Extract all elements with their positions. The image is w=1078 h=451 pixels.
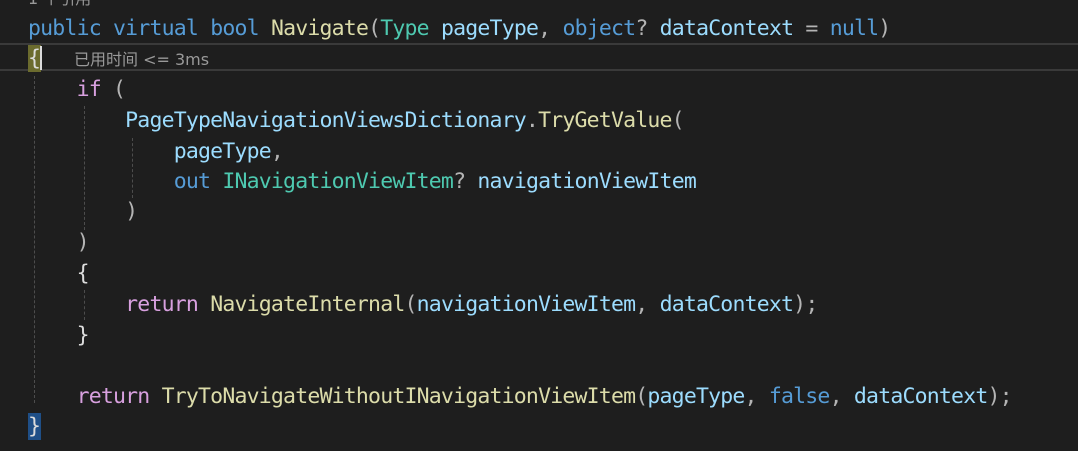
close-brace: }	[28, 414, 41, 439]
punctuation: ,	[538, 16, 551, 41]
codelens-references[interactable]: 1 个引用	[28, 0, 91, 10]
code-editor[interactable]: 1 个引用 public virtual bool Navigate(Type …	[0, 0, 1078, 451]
argument: dataContext	[853, 384, 988, 409]
code-line-9[interactable]: {	[28, 258, 90, 289]
keyword: object	[562, 16, 636, 41]
code-line-3[interactable]: if (	[28, 74, 126, 105]
punctuation: (	[368, 16, 381, 41]
keyword-false: false	[768, 384, 831, 409]
code-line-10[interactable]: return NavigateInternal(navigationViewIt…	[28, 289, 818, 320]
punctuation: ,	[744, 384, 758, 409]
close-brace: }	[76, 323, 90, 348]
method-name: TryToNavigateWithoutINavigationViewItem	[161, 384, 636, 409]
variable: PageTypeNavigationViewsDictionary	[125, 108, 527, 133]
code-line-7[interactable]: )	[28, 196, 138, 227]
keyword: public	[28, 16, 102, 41]
punctuation: )	[125, 199, 138, 224]
type-name: Type	[380, 16, 429, 41]
punctuation: )	[76, 230, 90, 255]
code-line-1[interactable]: public virtual bool Navigate(Type pageTy…	[28, 13, 891, 44]
punctuation: ,	[635, 292, 648, 317]
keyword: virtual	[113, 16, 199, 41]
punctuation: (	[404, 292, 418, 317]
punctuation: );	[793, 292, 818, 317]
argument: navigationViewItem	[416, 292, 636, 317]
keyword: null	[829, 16, 879, 41]
operator: =	[805, 16, 818, 41]
keyword-out: out	[173, 169, 211, 194]
open-brace: {	[28, 46, 41, 71]
punctuation: .	[525, 108, 539, 133]
punctuation: ,	[270, 139, 284, 164]
codelens-elapsed-time[interactable]: 已用时间 <= 3ms	[74, 49, 209, 71]
type-name: INavigationViewItem	[222, 169, 454, 194]
parameter: pageType	[440, 16, 539, 41]
code-line-4[interactable]: PageTypeNavigationViewsDictionary.TryGet…	[28, 105, 684, 136]
keyword-return: return	[125, 292, 199, 317]
punctuation: ?	[453, 169, 466, 194]
code-line-11[interactable]: }	[28, 320, 90, 351]
keyword-if: if	[76, 77, 102, 102]
punctuation: ,	[829, 384, 843, 409]
keyword: bool	[210, 16, 259, 41]
text-cursor	[40, 46, 42, 70]
code-line-2[interactable]: {	[28, 43, 41, 74]
code-line-6[interactable]: out INavigationViewItem? navigationViewI…	[28, 166, 697, 197]
argument: pageType	[647, 384, 745, 409]
argument: pageType	[173, 139, 272, 164]
method-name: Navigate	[270, 16, 369, 41]
method-name: NavigateInternal	[210, 292, 405, 317]
keyword-return: return	[76, 384, 151, 409]
punctuation: (	[635, 384, 648, 409]
code-line-8[interactable]: )	[28, 227, 90, 258]
code-line-14[interactable]: }	[28, 411, 41, 442]
method-name: TryGetValue	[538, 108, 672, 133]
punctuation: (	[113, 77, 126, 102]
parameter: dataContext	[659, 16, 794, 41]
punctuation: ?	[635, 16, 648, 41]
punctuation: (	[671, 108, 685, 133]
code-line-5[interactable]: pageType,	[28, 136, 284, 167]
punctuation: )	[878, 16, 891, 41]
code-line-13[interactable]: return TryToNavigateWithoutINavigationVi…	[28, 381, 1013, 412]
argument: dataContext	[659, 292, 794, 317]
punctuation: );	[987, 384, 1013, 409]
open-brace: {	[76, 261, 90, 286]
variable: navigationViewItem	[477, 169, 696, 194]
